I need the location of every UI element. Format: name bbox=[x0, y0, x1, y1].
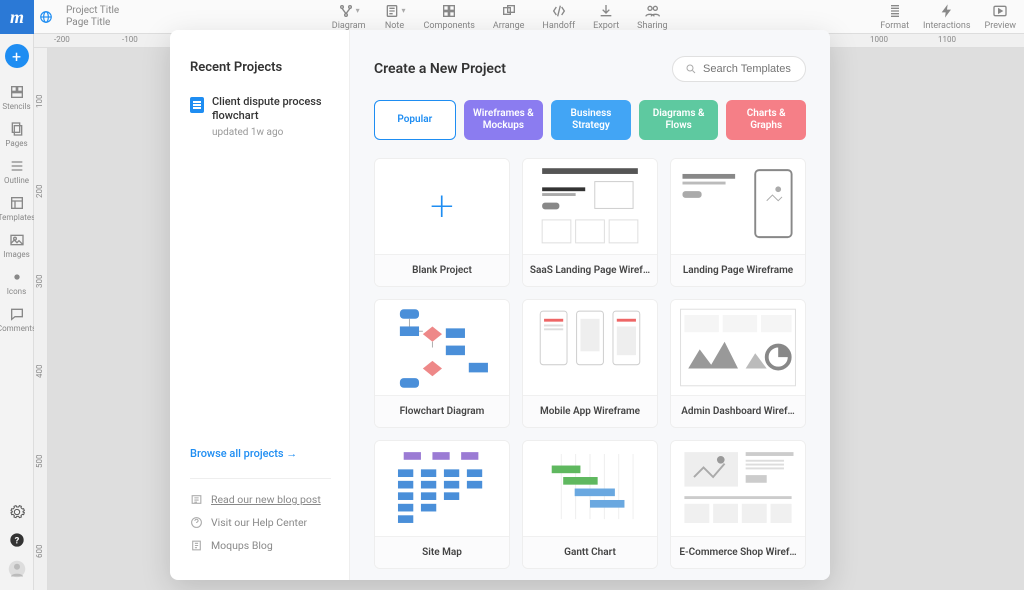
ruler-tick: 1000 bbox=[870, 35, 888, 44]
template-label: Admin Dashboard Wiref… bbox=[671, 396, 805, 427]
template-label: Blank Project bbox=[375, 255, 509, 286]
template-card-blank[interactable]: +Blank Project bbox=[374, 158, 510, 287]
rail-stencils[interactable]: Stencils bbox=[0, 84, 36, 111]
tool-components[interactable]: Components bbox=[424, 3, 475, 31]
tool-diagram[interactable]: ▾Diagram bbox=[332, 3, 366, 31]
tool-format[interactable]: Format bbox=[880, 3, 909, 31]
tool-sharing[interactable]: Sharing bbox=[637, 3, 667, 31]
template-label: SaaS Landing Page Wiref… bbox=[523, 255, 657, 286]
add-button[interactable]: + bbox=[5, 44, 29, 68]
template-card-landing[interactable]: Landing Page Wireframe bbox=[670, 158, 806, 287]
avatar[interactable] bbox=[8, 560, 26, 580]
toolbar-right: Format Interactions Preview bbox=[880, 0, 1024, 33]
help-link[interactable]: Moqups Blog bbox=[190, 539, 331, 552]
tool-preview[interactable]: Preview bbox=[985, 3, 1016, 31]
recent-project-item[interactable]: Client dispute process flowchart updated… bbox=[190, 95, 331, 138]
tab-purple[interactable]: Wireframes & Mockups bbox=[464, 100, 544, 140]
ruler-tick: 600 bbox=[35, 545, 44, 559]
template-label: Flowchart Diagram bbox=[375, 396, 509, 427]
category-tabs: PopularWireframes & MockupsBusiness Stra… bbox=[374, 100, 806, 140]
template-grid: +Blank Project SaaS Landing Page Wiref… La… bbox=[374, 158, 806, 580]
template-card-gantt[interactable]: Gantt Chart bbox=[522, 440, 658, 569]
template-thumb bbox=[671, 300, 805, 396]
template-thumb bbox=[375, 300, 509, 396]
project-title: Project Title bbox=[66, 5, 119, 17]
tab-popular[interactable]: Popular bbox=[374, 100, 456, 140]
ruler-tick: -100 bbox=[122, 35, 138, 44]
template-label: Site Map bbox=[375, 537, 509, 568]
logo-icon[interactable]: m bbox=[0, 0, 34, 34]
rail-templates[interactable]: Templates bbox=[0, 195, 36, 222]
tool-interactions[interactable]: Interactions bbox=[923, 3, 971, 31]
ruler-tick: 100 bbox=[35, 95, 44, 109]
template-thumb bbox=[523, 159, 657, 255]
help-link[interactable]: Visit our Help Center bbox=[190, 516, 331, 529]
template-card-saas[interactable]: SaaS Landing Page Wiref… bbox=[522, 158, 658, 287]
tab-green[interactable]: Diagrams & Flows bbox=[639, 100, 719, 140]
create-project-heading: Create a New Project bbox=[374, 61, 506, 77]
tool-arrange[interactable]: Arrange bbox=[493, 3, 525, 31]
globe-icon[interactable] bbox=[34, 0, 58, 33]
ruler-tick: 1100 bbox=[938, 35, 956, 44]
rail-outline[interactable]: Outline bbox=[0, 158, 36, 185]
template-thumb bbox=[523, 441, 657, 537]
recent-projects-heading: Recent Projects bbox=[190, 60, 331, 75]
tab-red[interactable]: Charts & Graphs bbox=[726, 100, 806, 140]
template-label: E-Commerce Shop Wiref… bbox=[671, 537, 805, 568]
help-link[interactable]: Read our new blog post bbox=[190, 493, 331, 506]
search-icon bbox=[685, 63, 697, 75]
rail-images[interactable]: Images bbox=[0, 232, 36, 259]
search-templates[interactable] bbox=[672, 56, 806, 82]
recent-project-subtitle: updated 1w ago bbox=[212, 127, 331, 138]
browse-all-projects-link[interactable]: Browse all projects → bbox=[190, 447, 331, 460]
ruler-tick: 200 bbox=[35, 185, 44, 199]
file-icon bbox=[190, 97, 204, 113]
modal-sidebar: Recent Projects Client dispute process f… bbox=[170, 30, 350, 580]
template-label: Gantt Chart bbox=[523, 537, 657, 568]
ruler-tick: 300 bbox=[35, 275, 44, 289]
svg-text:?: ? bbox=[14, 535, 19, 546]
app-header: m Project Title Page Title ▾Diagram ▾Note… bbox=[0, 0, 1024, 34]
rail-comments[interactable]: Comments bbox=[0, 306, 36, 333]
tab-blue[interactable]: Business Strategy bbox=[551, 100, 631, 140]
rail-icons[interactable]: Icons bbox=[0, 269, 36, 296]
template-label: Mobile App Wireframe bbox=[523, 396, 657, 427]
template-label: Landing Page Wireframe bbox=[671, 255, 805, 286]
tool-export[interactable]: Export bbox=[593, 3, 619, 31]
template-card-dashboard[interactable]: Admin Dashboard Wiref… bbox=[670, 299, 806, 428]
recent-project-title: Client dispute process flowchart bbox=[212, 95, 331, 124]
left-rail: + Stencils Pages Outline Templates Images Ico… bbox=[0, 34, 34, 590]
rail-pages[interactable]: Pages bbox=[0, 121, 36, 148]
template-card-flowchart[interactable]: Flowchart Diagram bbox=[374, 299, 510, 428]
ruler-tick: 500 bbox=[35, 455, 44, 469]
page-title: Page Title bbox=[66, 17, 119, 29]
gear-icon[interactable] bbox=[9, 504, 25, 522]
template-thumb: + bbox=[375, 159, 509, 255]
help-icon[interactable]: ? bbox=[9, 532, 25, 550]
template-thumb bbox=[671, 441, 805, 537]
template-thumb bbox=[375, 441, 509, 537]
tool-handoff[interactable]: Handoff bbox=[542, 3, 575, 31]
template-card-mobile[interactable]: Mobile App Wireframe bbox=[522, 299, 658, 428]
ruler-vertical: 100 200 300 400 500 600 bbox=[34, 48, 48, 590]
template-thumb bbox=[523, 300, 657, 396]
template-thumb bbox=[671, 159, 805, 255]
new-project-modal: Recent Projects Client dispute process f… bbox=[170, 30, 830, 580]
toolbar-center: ▾Diagram ▾Note Components Arrange Handoff Exp… bbox=[119, 0, 880, 33]
template-card-ecommerce[interactable]: E-Commerce Shop Wiref… bbox=[670, 440, 806, 569]
modal-main: Create a New Project PopularWireframes &… bbox=[350, 30, 830, 580]
title-area[interactable]: Project Title Page Title bbox=[58, 0, 119, 33]
ruler-tick: 400 bbox=[35, 365, 44, 379]
ruler-tick: -200 bbox=[54, 35, 70, 44]
tool-note[interactable]: ▾Note bbox=[384, 3, 406, 31]
search-input[interactable] bbox=[703, 63, 793, 75]
template-card-sitemap[interactable]: Site Map bbox=[374, 440, 510, 569]
